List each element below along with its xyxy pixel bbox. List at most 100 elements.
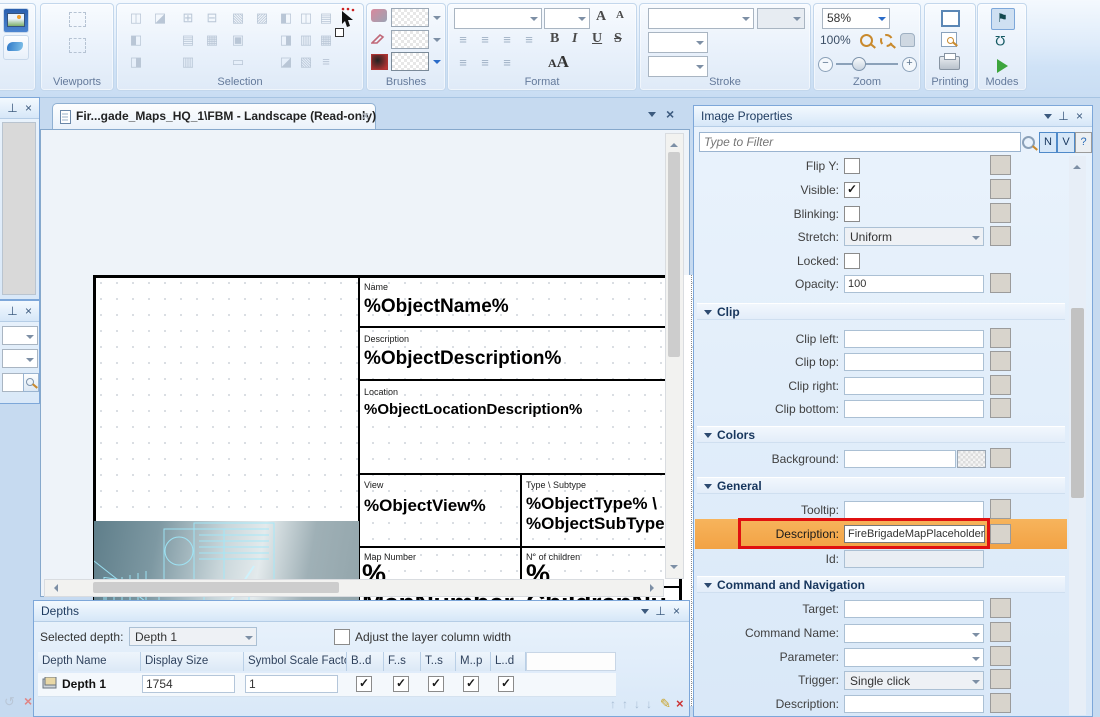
adjust-width-checkbox[interactable]	[334, 629, 350, 645]
close-icon[interactable]: ×	[22, 102, 35, 115]
chevron-down-icon[interactable]	[433, 38, 441, 46]
close-icon[interactable]: ×	[670, 605, 683, 618]
selection-tool-icon[interactable]: ◧	[125, 30, 147, 50]
opacity-binding-button[interactable]	[990, 273, 1011, 293]
colors-section-header[interactable]: Colors	[697, 426, 1065, 443]
font-color-icon[interactable]: AA	[548, 52, 569, 72]
visible-checkbox[interactable]: ✓	[844, 182, 860, 198]
align-text-right-icon[interactable]: ≡	[496, 30, 518, 50]
flip-y-binding-button[interactable]	[990, 155, 1011, 175]
selection-tool-icon[interactable]: ◨	[125, 52, 147, 72]
edit-brush-icon[interactable]	[3, 35, 29, 60]
col-m[interactable]: M..p	[456, 652, 491, 671]
col-display-size[interactable]: Display Size	[141, 652, 244, 671]
zoom-in-button[interactable]: +	[902, 57, 917, 72]
new-viewport-icon[interactable]	[69, 12, 86, 27]
depth-check-m[interactable]: ✓	[463, 676, 479, 692]
bold-button[interactable]: B	[550, 31, 559, 47]
pin-icon[interactable]: ⊥	[654, 605, 667, 618]
move-top-icon[interactable]: ↑	[610, 697, 616, 711]
move-bottom-icon[interactable]: ↓	[646, 697, 652, 711]
shrink-font-icon[interactable]: A	[616, 9, 624, 21]
depth-check-f[interactable]: ✓	[393, 676, 409, 692]
col-symbol-scale[interactable]: Symbol Scale Factor	[244, 652, 347, 671]
cmd-description-input[interactable]	[844, 695, 984, 713]
image-icon[interactable]	[3, 8, 29, 33]
target-binding-button[interactable]	[990, 598, 1011, 618]
align-text-middle-icon[interactable]: ≡	[474, 53, 496, 73]
align-middle-icon[interactable]: ▥	[295, 30, 317, 50]
cmdnav-section-header[interactable]: Command and Navigation	[697, 576, 1065, 593]
font-size-combo[interactable]	[544, 8, 590, 29]
blinking-binding-button[interactable]	[990, 203, 1011, 223]
tab-close-icon[interactable]: ×	[362, 109, 369, 123]
refresh-icon[interactable]: ↺	[4, 694, 15, 710]
same-size-icon[interactable]: ▤	[315, 8, 337, 28]
command-name-binding-button[interactable]	[990, 622, 1011, 642]
filter-value-toggle[interactable]: V	[1057, 132, 1075, 153]
align-top-icon[interactable]: ◫	[295, 8, 317, 28]
parameter-combo[interactable]	[844, 648, 984, 667]
clip-right-binding-button[interactable]	[990, 375, 1011, 395]
selection-tool-icon[interactable]: ▭	[227, 52, 249, 72]
left-search-input[interactable]	[2, 373, 24, 392]
page-setup-icon[interactable]	[941, 10, 960, 27]
move-down-icon[interactable]: ↓	[634, 697, 640, 711]
menu-chevron-icon[interactable]	[641, 609, 649, 618]
pin-icon[interactable]: ⊥	[1057, 110, 1070, 123]
strikethrough-button[interactable]: S	[614, 31, 622, 47]
clip-section-header[interactable]: Clip	[697, 303, 1065, 320]
filter-name-toggle[interactable]: N	[1039, 132, 1057, 153]
align-right-icon[interactable]: ◪	[275, 52, 297, 72]
remove-icon[interactable]: ×	[24, 693, 32, 709]
background-binding-button[interactable]	[990, 448, 1011, 468]
pointer-tool-icon[interactable]	[339, 7, 357, 29]
pen-brush-icon[interactable]	[371, 32, 388, 45]
opacity-input[interactable]: 100	[844, 275, 984, 293]
id-input[interactable]	[844, 550, 984, 568]
grow-font-icon[interactable]: A	[596, 9, 606, 25]
pin-icon[interactable]: ⊥	[6, 305, 19, 318]
zoom-level-combo[interactable]: 58%	[822, 8, 890, 29]
close-icon[interactable]: ×	[22, 305, 35, 318]
depths-header[interactable]: Depths ⊥ ×	[34, 601, 689, 622]
col-depth-name[interactable]: Depth Name	[38, 652, 141, 671]
locked-checkbox[interactable]	[844, 253, 860, 269]
col-b[interactable]: B..d	[347, 652, 384, 671]
align-center-icon[interactable]: ◨	[275, 30, 297, 50]
close-icon[interactable]: ×	[1073, 110, 1086, 123]
selection-tool-icon[interactable]: ▣	[227, 30, 249, 50]
menu-chevron-icon[interactable]	[1044, 114, 1052, 123]
font-family-combo[interactable]	[454, 8, 542, 29]
clip-top-input[interactable]	[844, 353, 984, 371]
target-input[interactable]	[844, 600, 984, 618]
tab-list-chevron-icon[interactable]	[648, 112, 656, 121]
shadow-brush-icon[interactable]	[371, 54, 388, 70]
chevron-down-icon[interactable]	[433, 60, 441, 68]
pan-hand-icon[interactable]	[900, 33, 915, 47]
image-properties-header[interactable]: Image Properties ⊥ ×	[694, 106, 1092, 127]
selection-tool-icon[interactable]: ⊞	[177, 8, 199, 28]
stroke-width-combo[interactable]	[648, 32, 708, 53]
zoom-out-button[interactable]: −	[818, 57, 833, 72]
background-swatch[interactable]	[957, 450, 986, 468]
clip-top-binding-button[interactable]	[990, 351, 1011, 371]
filter-input[interactable]	[699, 132, 1021, 152]
description-input[interactable]: FireBrigadeMapPlaceholder	[844, 525, 985, 543]
selection-tool-icon[interactable]: ▧	[227, 8, 249, 28]
print-icon[interactable]	[939, 56, 960, 70]
align-text-left-icon[interactable]: ≡	[452, 30, 474, 50]
align-bottom-icon[interactable]: ▧	[295, 52, 317, 72]
pin-icon[interactable]: ⊥	[6, 102, 19, 115]
col-t[interactable]: T..s	[421, 652, 456, 671]
command-name-combo[interactable]	[844, 624, 984, 643]
diagnostics-icon[interactable]: Ω	[995, 33, 1005, 49]
flip-y-checkbox[interactable]	[844, 158, 860, 174]
parameter-binding-button[interactable]	[990, 646, 1011, 666]
clip-bottom-input[interactable]	[844, 400, 984, 418]
canvas-hscrollbar[interactable]	[44, 579, 664, 597]
visible-binding-button[interactable]	[990, 179, 1011, 199]
italic-button[interactable]: I	[572, 31, 577, 47]
zoom-reset-button[interactable]: 100%	[820, 33, 851, 47]
clip-right-input[interactable]	[844, 377, 984, 395]
